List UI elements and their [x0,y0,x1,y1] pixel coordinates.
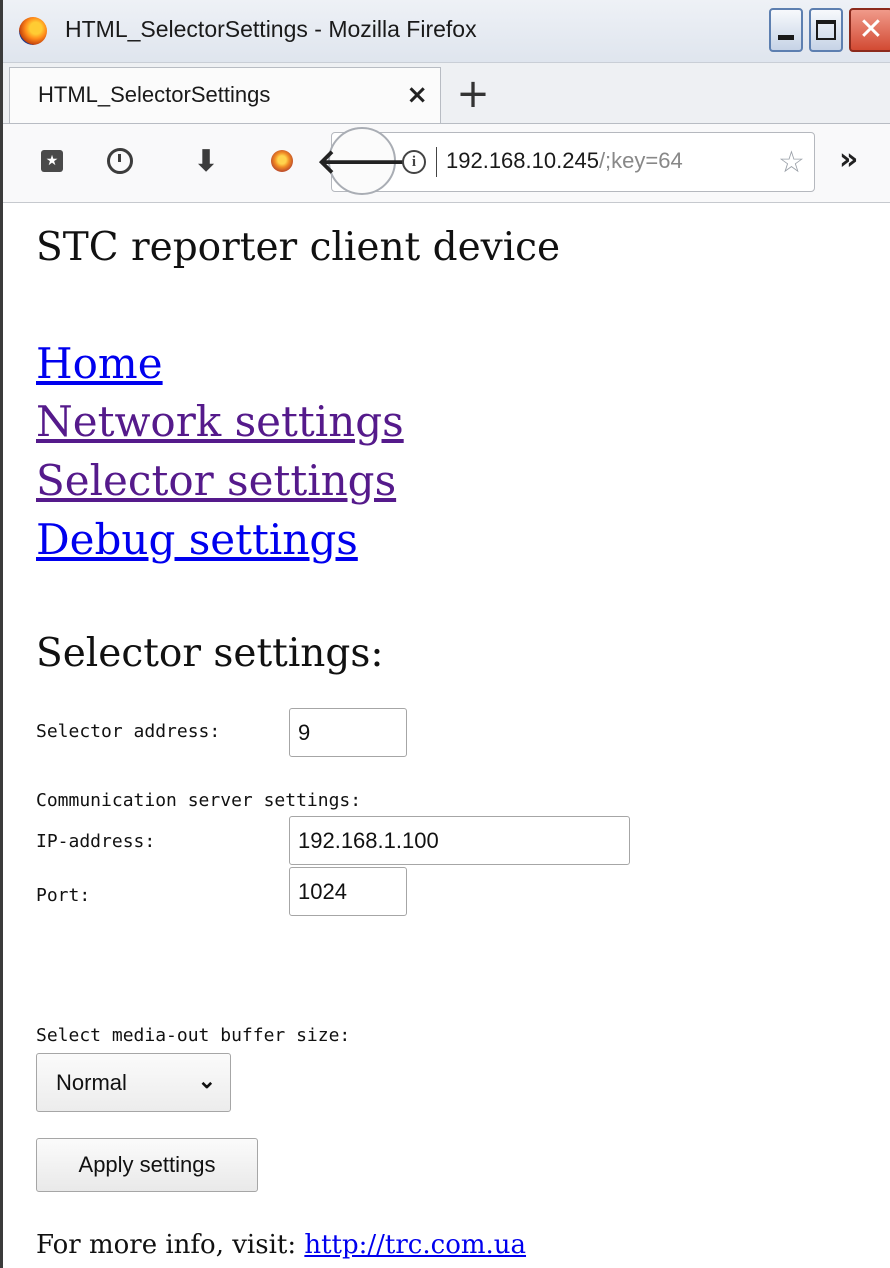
firefox-logo-icon [19,17,47,45]
apply-settings-button[interactable]: Apply settings [36,1138,258,1192]
maximize-icon [816,20,836,40]
ip-address-label: IP-address: [36,831,156,852]
nav-link-selector-settings[interactable]: Selector settings [36,456,396,505]
tab-label: HTML_SelectorSettings [38,82,271,107]
nav-link-home[interactable]: Home [36,339,163,388]
comm-server-label: Communication server settings: [36,790,362,811]
port-label: Port: [36,885,91,906]
tab-html-selector-settings[interactable]: HTML_SelectorSettings × [9,67,441,123]
tab-strip: HTML_SelectorSettings × + [3,63,890,124]
site-info-icon[interactable]: i [402,150,426,174]
url-bar[interactable]: 🡐 i 192.168.10.245/;key=64 ☆ [316,127,815,195]
buffer-size-label: Select media-out buffer size: [36,1025,351,1046]
bookmark-star-icon[interactable]: ☆ [778,145,805,180]
window-title: HTML_SelectorSettings - Mozilla Firefox [65,16,477,42]
page-content: STC reporter client device Home Network … [6,203,890,1268]
selector-address-input[interactable]: 9 [289,708,407,757]
footer: For more info, visit: http://trc.com.ua [36,1230,526,1260]
title-bar: HTML_SelectorSettings - Mozilla Firefox … [3,0,890,63]
new-tab-button[interactable]: + [451,73,495,117]
section-title: Selector settings: [36,631,384,676]
port-input[interactable]: 1024 [289,867,407,916]
url-text[interactable]: 192.168.10.245/;key=64 [446,148,683,174]
selector-address-label: Selector address: [36,721,221,742]
back-button[interactable]: 🡐 [316,127,408,195]
footer-link[interactable]: http://trc.com.ua [304,1230,526,1260]
bookmarks-icon[interactable]: ★ [35,144,69,178]
nav-link-debug-settings[interactable]: Debug settings [36,515,358,564]
ip-address-input[interactable]: 192.168.1.100 [289,816,630,865]
close-window-button[interactable]: ✕ [849,8,890,52]
toolbar-overflow-icon[interactable]: » [839,142,858,177]
maximize-button[interactable] [809,8,843,52]
minimize-button[interactable] [769,8,803,52]
url-host: 192.168.10.245 [446,148,599,173]
footer-text: For more info, visit: [36,1230,305,1260]
persona-icon[interactable] [265,144,299,178]
nav-link-network-settings[interactable]: Network settings [36,397,404,446]
buffer-size-select[interactable]: Normal ⌄ [36,1053,231,1112]
navigation-toolbar: ★ ⬇ 🡐 i 192.168.10.245/;key=64 ☆ » [3,124,890,203]
downloads-icon[interactable]: ⬇ [189,144,223,179]
site-title: STC reporter client device [36,225,561,270]
minimize-icon [778,34,794,40]
browser-window: HTML_SelectorSettings - Mozilla Firefox … [0,0,890,1268]
close-icon: ✕ [858,12,884,47]
history-icon[interactable] [103,144,137,178]
chevron-down-icon: ⌄ [197,1068,216,1093]
back-arrow-icon: 🡐 [316,141,408,182]
url-separator [436,147,437,177]
buffer-size-value: Normal [56,1070,127,1095]
url-path: /;key=64 [598,148,683,173]
tab-close-icon[interactable]: × [406,80,428,110]
